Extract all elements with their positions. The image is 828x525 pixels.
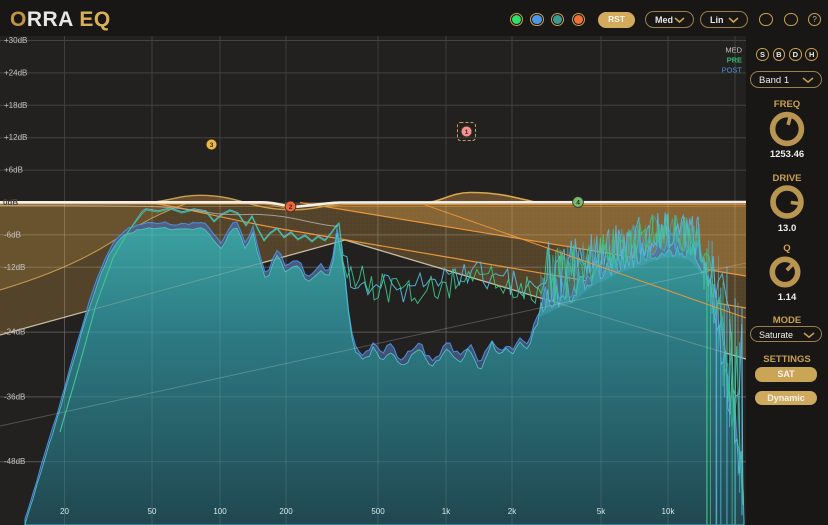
svg-text:20: 20 <box>60 507 69 516</box>
svg-text:-6dB: -6dB <box>4 230 21 239</box>
svg-text:200: 200 <box>279 507 293 516</box>
svg-text:-36dB: -36dB <box>4 392 25 401</box>
svg-text:100: 100 <box>213 507 227 516</box>
svg-text:1: 1 <box>465 129 469 136</box>
svg-text:1k: 1k <box>442 507 451 516</box>
svg-text:10k: 10k <box>662 507 676 516</box>
svg-text:+24dB: +24dB <box>4 68 27 77</box>
svg-text:-24dB: -24dB <box>4 328 25 337</box>
svg-text:MED: MED <box>725 46 742 55</box>
svg-text:POST: POST <box>722 66 743 75</box>
svg-text:+30dB: +30dB <box>4 36 27 45</box>
svg-text:-12dB: -12dB <box>4 263 25 272</box>
svg-text:+6dB: +6dB <box>4 166 23 175</box>
svg-text:4: 4 <box>576 199 580 206</box>
svg-text:2: 2 <box>289 204 293 211</box>
svg-text:50: 50 <box>148 507 157 516</box>
svg-text:5k: 5k <box>597 507 606 516</box>
svg-text:500: 500 <box>371 507 385 516</box>
svg-text:3: 3 <box>210 142 214 149</box>
svg-text:0dB: 0dB <box>3 198 18 207</box>
svg-text:+18dB: +18dB <box>4 101 27 110</box>
svg-text:-48dB: -48dB <box>4 457 25 466</box>
svg-text:PRE: PRE <box>727 56 742 65</box>
svg-text:+12dB: +12dB <box>4 133 27 142</box>
svg-text:2k: 2k <box>508 507 517 516</box>
